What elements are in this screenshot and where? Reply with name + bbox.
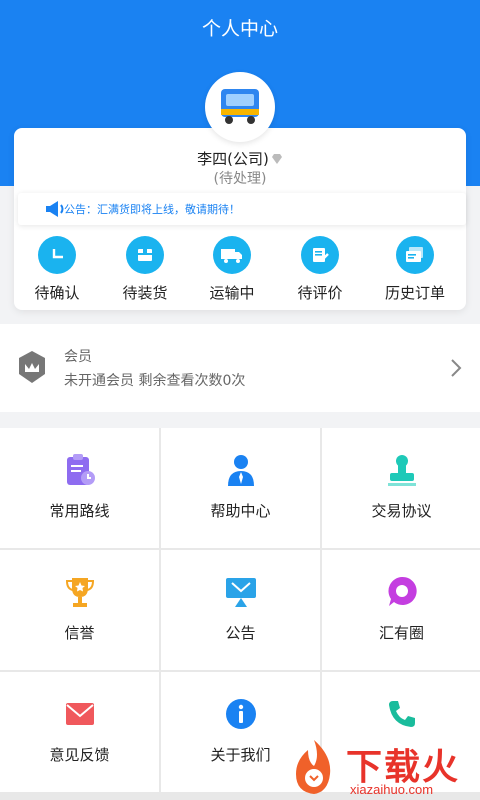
- notice-text: 公告：汇满货即将上线，敬请期待！: [64, 203, 240, 216]
- route-clipboard-icon: [62, 452, 98, 488]
- member-card[interactable]: 会员 未开通会员 剩余查看次数0次: [0, 324, 480, 412]
- truck-avatar-icon: [221, 89, 259, 124]
- stamp-icon: [384, 452, 420, 488]
- grid-item-announcement[interactable]: 公告: [161, 550, 320, 670]
- pending-load-icon: [126, 236, 164, 274]
- info-icon: [223, 696, 259, 732]
- grid-item-label: 帮助中心: [210, 502, 271, 520]
- pending-review-icon: [301, 236, 339, 274]
- pending-confirm-icon: [38, 236, 76, 274]
- order-label: 运输中: [209, 284, 255, 302]
- order-item-in-transit[interactable]: 运输中: [197, 236, 267, 303]
- grid-item-credit[interactable]: 信誉: [0, 550, 159, 670]
- grid-item-label: 公告: [225, 624, 256, 642]
- watermark: 下载火 xiazaihuo.com: [282, 734, 480, 800]
- grid-item-label: 意见反馈: [49, 746, 110, 764]
- notice-bar[interactable]: 公告：汇满货即将上线，敬请期待！: [18, 193, 466, 225]
- watermark-url: xiazaihuo.com: [350, 782, 434, 797]
- user-name-row: 李四(公司): [14, 148, 466, 169]
- grid-item-help-center[interactable]: 帮助中心: [161, 428, 320, 548]
- user-name: 李四(公司): [197, 150, 269, 168]
- order-label: 待装货: [122, 284, 168, 302]
- member-description: 未开通会员 剩余查看次数0次: [64, 373, 246, 389]
- order-item-pending-confirm[interactable]: 待确认: [22, 236, 92, 303]
- mail-icon: [62, 696, 98, 732]
- announcement-board-icon: [223, 574, 259, 610]
- member-title: 会员: [64, 349, 92, 365]
- avatar[interactable]: [205, 72, 275, 142]
- chevron-right-icon: [450, 358, 462, 382]
- grid-item-label: 信誉: [64, 624, 95, 642]
- help-person-icon: [223, 452, 259, 488]
- order-history-icon: [396, 236, 434, 274]
- grid-item-huiyou-circle[interactable]: 汇有圈: [322, 550, 480, 670]
- user-status: (待处理): [213, 171, 267, 187]
- order-label: 历史订单: [384, 284, 445, 302]
- order-label: 待确认: [34, 284, 80, 302]
- order-item-pending-load[interactable]: 待装货: [110, 236, 180, 303]
- chat-bubble-icon: [384, 574, 420, 610]
- trophy-icon: [62, 574, 98, 610]
- profile-card: 李四(公司) (待处理) 公告：汇满货即将上线，敬请期待！ 待确认 待装货 运输…: [14, 128, 466, 310]
- member-badge-icon: [18, 350, 46, 388]
- order-item-history[interactable]: 历史订单: [380, 236, 450, 303]
- megaphone-icon: [44, 200, 66, 222]
- grid-item-label: 汇有圈: [378, 624, 424, 642]
- grid-item-common-routes[interactable]: 常用路线: [0, 428, 159, 548]
- flame-logo-icon: [286, 738, 342, 800]
- grid-item-label: 交易协议: [371, 502, 432, 520]
- order-status-row: 待确认 待装货 运输中 待评价 历史订单: [14, 236, 466, 306]
- order-label: 待评价: [297, 284, 343, 302]
- grid-item-trade-agreement[interactable]: 交易协议: [322, 428, 480, 548]
- order-item-pending-review[interactable]: 待评价: [285, 236, 355, 303]
- diamond-badge-icon: [271, 151, 283, 169]
- phone-icon: [384, 696, 420, 732]
- page-title: 个人中心: [201, 18, 278, 40]
- in-transit-truck-icon: [213, 236, 251, 274]
- grid-item-feedback[interactable]: 意见反馈: [0, 672, 159, 792]
- grid-item-label: 常用路线: [49, 502, 110, 520]
